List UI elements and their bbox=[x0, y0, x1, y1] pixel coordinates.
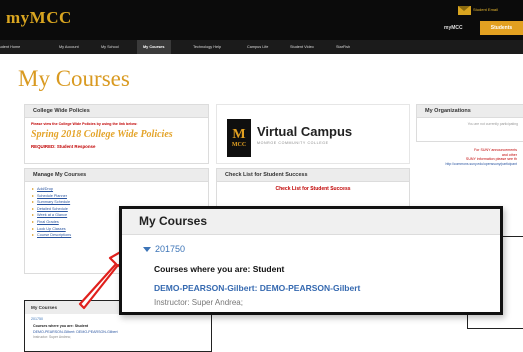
virtual-campus-subtitle: MONROE COMMUNITY COLLEGE bbox=[257, 141, 329, 145]
required-response-link[interactable]: REQUIRED: Student Response bbox=[25, 140, 208, 149]
mail-icon bbox=[458, 5, 471, 15]
virtual-campus-panel[interactable]: M MCC Virtual Campus MONROE COMMUNITY CO… bbox=[216, 104, 410, 164]
college-policies-panel: College Wide Policies Please view the Co… bbox=[24, 104, 209, 164]
term-label: 201750 bbox=[155, 244, 186, 254]
my-courses-zoom-panel: My Courses 201750 Courses where you are:… bbox=[119, 206, 503, 315]
link-summary-schedule[interactable]: Summary Schedule bbox=[32, 199, 208, 206]
instructor-text: Instructor: Super Andrea; bbox=[154, 298, 243, 307]
student-email-link[interactable]: Student Email bbox=[458, 3, 506, 17]
term-small[interactable]: 201750 bbox=[25, 314, 211, 321]
mymcc-tab[interactable]: myMCC bbox=[444, 25, 463, 31]
students-tab[interactable]: Students bbox=[480, 21, 523, 35]
nav-my-school[interactable]: My School bbox=[101, 40, 119, 54]
link-schedule-planner[interactable]: Schedule Planner bbox=[32, 193, 208, 200]
nav-my-account[interactable]: My Account bbox=[59, 40, 79, 54]
instructor-small: Instructor: Super Andrea; bbox=[33, 335, 71, 339]
my-courses-zoom-title: My Courses bbox=[122, 209, 500, 235]
policies-link[interactable]: Spring 2018 College Wide Policies bbox=[25, 126, 208, 140]
mymcc-logo[interactable]: myMCC bbox=[6, 8, 72, 28]
role-heading: Courses where you are: Student bbox=[154, 264, 285, 274]
checklist-panel: Check List for Student Success Check Lis… bbox=[216, 168, 410, 210]
checklist-title: Check List for Student Success bbox=[217, 169, 409, 182]
organizations-text: You are not currently participating bbox=[467, 122, 518, 126]
main-nav: Student Home My Account My School My Cou… bbox=[0, 40, 523, 54]
suny-info: For SUNY announcements and other SUNY in… bbox=[414, 148, 523, 192]
nav-student-video[interactable]: Student Video bbox=[290, 40, 314, 54]
page-title: My Courses bbox=[18, 66, 130, 91]
organizations-panel: My Organizations You are not currently p… bbox=[416, 104, 523, 142]
college-policies-title: College Wide Policies bbox=[25, 105, 208, 118]
policies-instructions: Please view the College Wide Policies by… bbox=[31, 122, 138, 126]
mcc-logo-text: MCC bbox=[231, 141, 247, 148]
nav-my-courses[interactable]: My Courses bbox=[137, 40, 171, 54]
link-add-drop[interactable]: Add/Drop bbox=[32, 186, 208, 193]
top-header: myMCC Student Email myMCC Students bbox=[0, 0, 523, 40]
nav-technology-help[interactable]: Technology Help bbox=[193, 40, 221, 54]
checklist-link[interactable]: Check List for Student Success bbox=[217, 182, 409, 192]
mcc-logo: M MCC bbox=[227, 119, 251, 157]
term-toggle[interactable]: 201750 bbox=[143, 244, 185, 254]
student-email-label: Student Email bbox=[473, 7, 498, 12]
nav-starfish[interactable]: StarFish bbox=[336, 40, 350, 54]
mcc-logo-m: M bbox=[232, 126, 246, 142]
suny-link[interactable]: http://commons.suny.edu/openssuny/partic… bbox=[414, 162, 523, 166]
organizations-title: My Organizations bbox=[417, 105, 523, 118]
nav-campus-life[interactable]: Campus Life bbox=[247, 40, 268, 54]
nav-student-home[interactable]: Student Home bbox=[0, 40, 20, 54]
course-link[interactable]: DEMO-PEARSON-Gilbert: DEMO-PEARSON-Gilbe… bbox=[154, 283, 360, 293]
virtual-campus-title: Virtual Campus bbox=[257, 124, 353, 139]
manage-courses-title: Manage My Courses bbox=[25, 169, 208, 182]
caret-down-icon bbox=[143, 247, 151, 253]
